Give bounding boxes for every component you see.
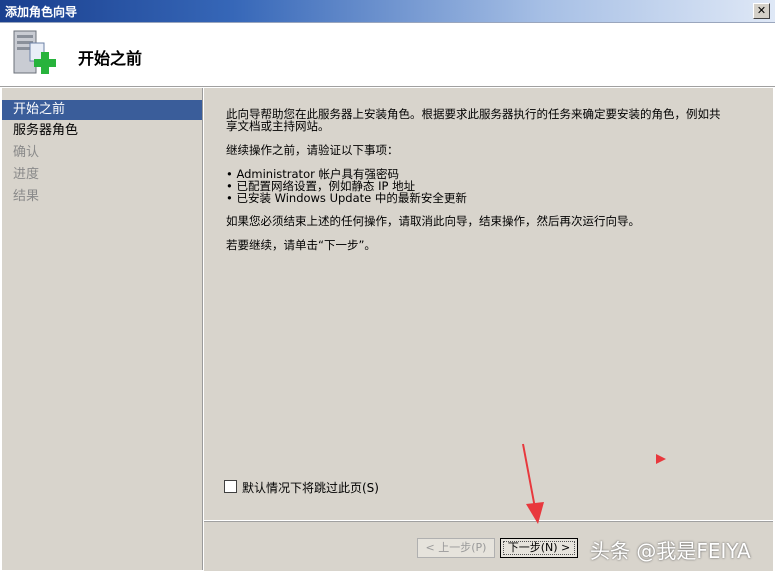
skip-page-label[interactable]: 默认情况下将跳过此页(S)	[242, 479, 379, 496]
previous-button[interactable]: < 上一步(P)	[417, 538, 495, 558]
cancel-note: 如果您必须结束上述的任何操作，请取消此向导，结束操作，然后再次运行向导。	[226, 214, 640, 228]
window-title: 添加角色向导	[5, 5, 78, 19]
step-before-you-begin[interactable]: 开始之前	[2, 100, 202, 120]
server-add-icon	[13, 30, 56, 74]
page-title: 开始之前	[78, 49, 143, 68]
skip-page-checkbox[interactable]	[224, 480, 237, 493]
red-marker-icon	[656, 454, 666, 464]
steps-sidebar: 开始之前 服务器角色 确认 进度 结果	[2, 88, 203, 570]
wizard-header: 开始之前	[0, 23, 775, 87]
next-button[interactable]: 下一步(N) >	[500, 538, 578, 558]
step-progress: 进度	[13, 167, 40, 182]
bullet-item: • 已安装 Windows Update 中的最新安全更新	[226, 191, 467, 205]
close-button[interactable]: ✕	[753, 3, 770, 19]
title-bar: 添加角色向导 ✕	[0, 0, 775, 23]
content-pane: 此向导帮助您在此服务器上安装角色。根据要求此服务器执行的任务来确定要安装的角色，…	[204, 88, 773, 520]
step-server-roles[interactable]: 服务器角色	[2, 121, 202, 141]
red-arrow-annotation	[522, 443, 544, 524]
continue-note: 若要继续，请单击“下一步”。	[226, 238, 376, 252]
verify-heading: 继续操作之前，请验证以下事项：	[226, 143, 399, 157]
intro-text-line2: 享文档或主持网站。	[226, 119, 330, 133]
step-results: 结果	[13, 189, 40, 204]
watermark: 头条 @我是FEIYA	[590, 539, 751, 563]
step-confirmation: 确认	[13, 145, 40, 160]
